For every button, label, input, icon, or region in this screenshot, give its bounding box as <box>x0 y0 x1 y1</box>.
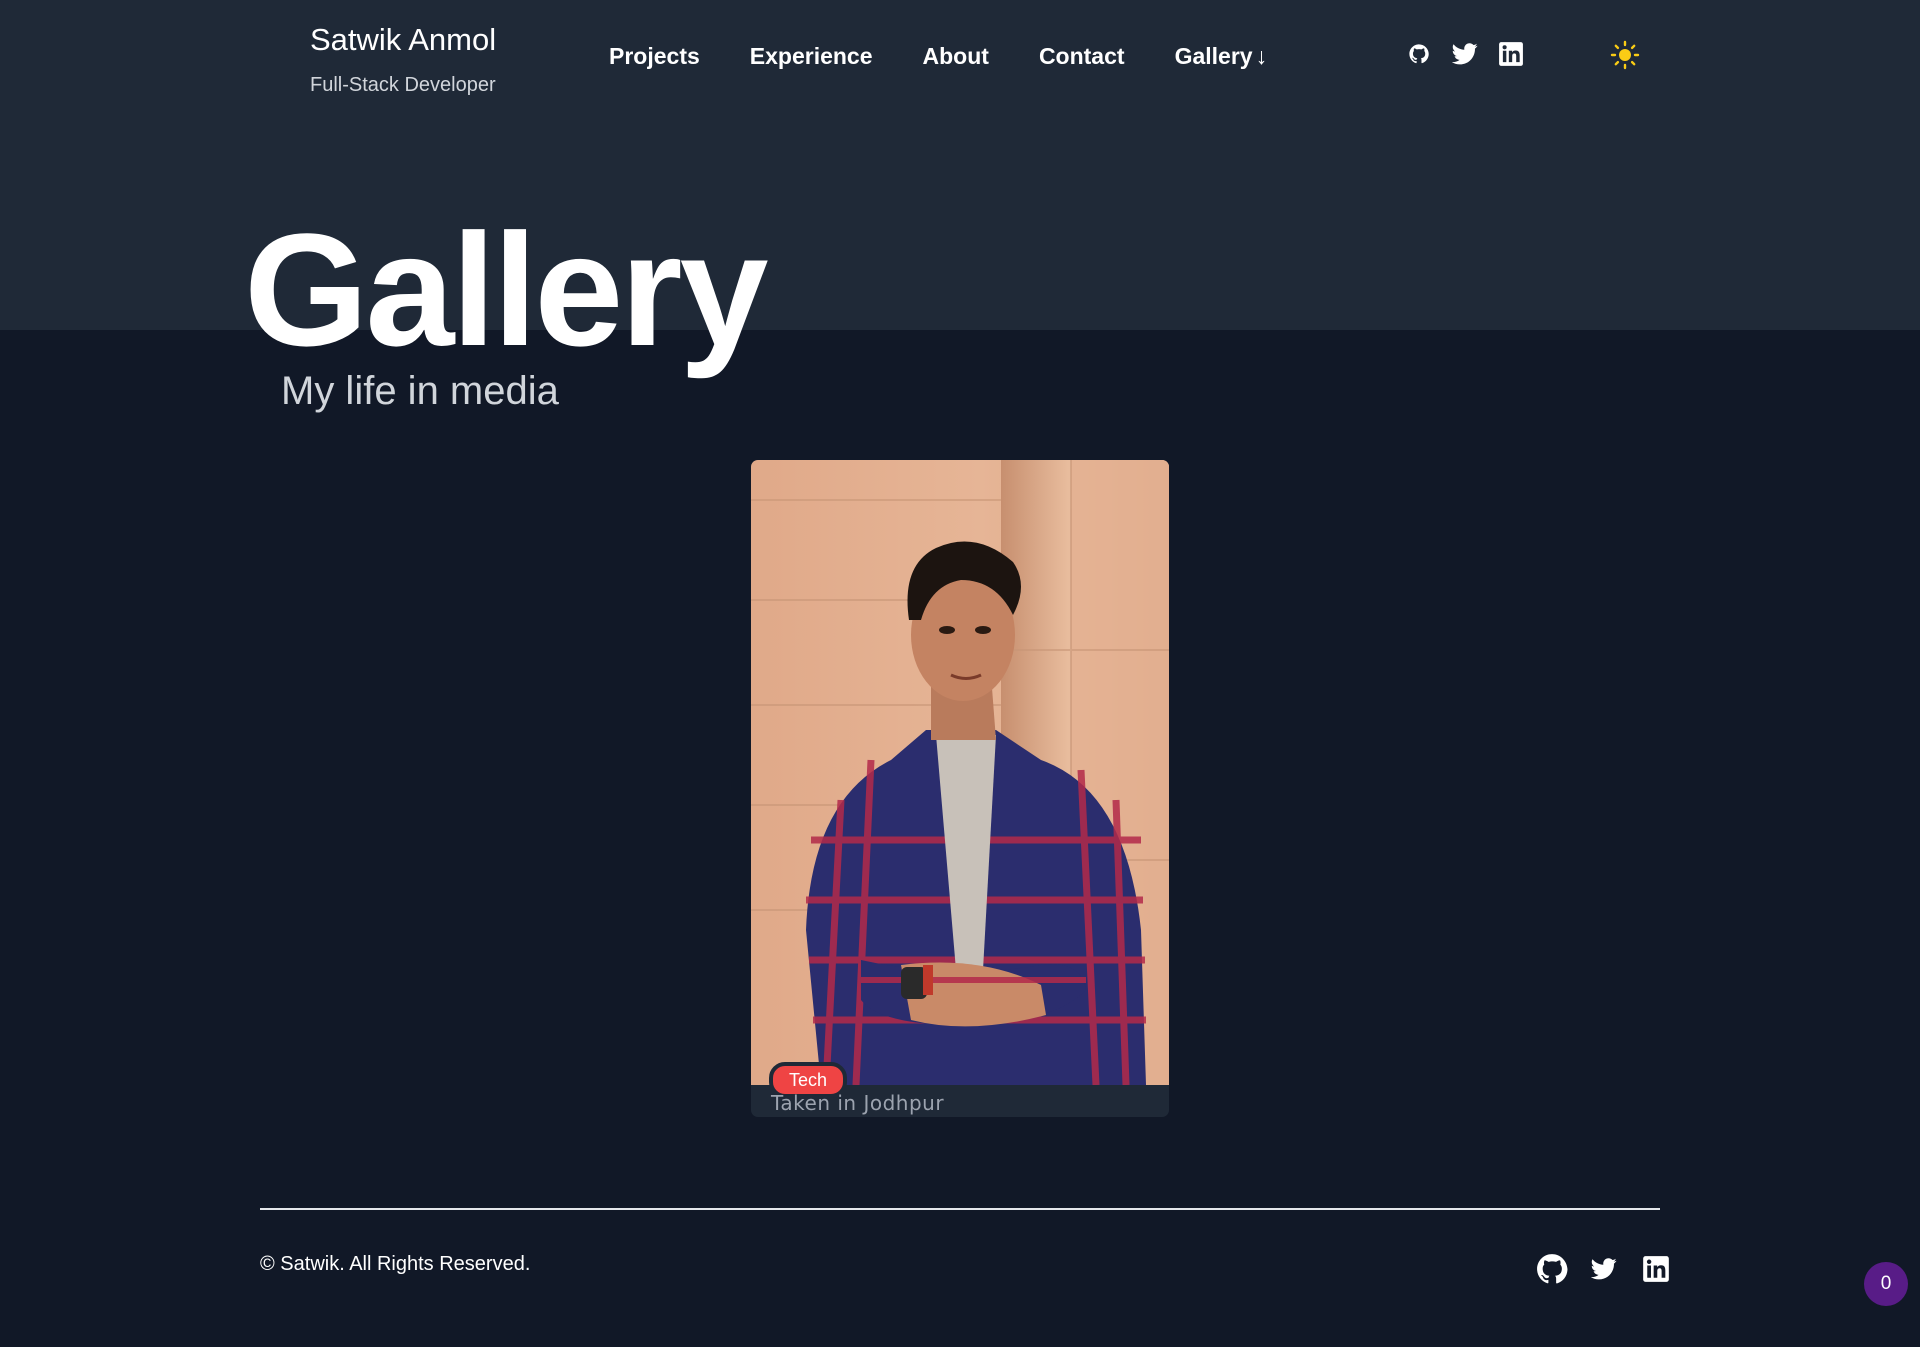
counter-badge[interactable]: 0 <box>1864 1262 1908 1306</box>
footer-social-links <box>1535 1252 1673 1286</box>
linkedin-icon[interactable] <box>1639 1252 1673 1286</box>
gallery-photo[interactable] <box>751 460 1169 1085</box>
nav-experience[interactable]: Experience <box>750 38 873 74</box>
nav-gallery[interactable]: Gallery ↓ <box>1175 38 1268 74</box>
page-title: Gallery <box>244 200 769 379</box>
twitter-icon[interactable] <box>1451 40 1479 68</box>
gallery-card[interactable]: Tech Taken in Jodhpur <box>751 460 1169 1117</box>
twitter-icon[interactable] <box>1587 1252 1621 1286</box>
brand-name[interactable]: Satwik Anmol <box>310 20 496 60</box>
footer-divider <box>260 1208 1660 1210</box>
page-subtitle: My life in media <box>281 369 559 413</box>
arrow-down-icon: ↓ <box>1255 43 1268 69</box>
theme-toggle[interactable] <box>1610 40 1640 70</box>
github-icon[interactable] <box>1535 1252 1569 1286</box>
brand-subtitle: Full-Stack Developer <box>310 74 496 96</box>
nav-about[interactable]: About <box>923 38 989 74</box>
sun-icon <box>1610 40 1640 70</box>
copyright-text: © Satwik. All Rights Reserved. <box>260 1253 531 1275</box>
photo-caption: Taken in Jodhpur <box>771 1091 945 1115</box>
main-nav: Projects Experience About Contact Galler… <box>609 38 1267 74</box>
nav-projects[interactable]: Projects <box>609 38 700 74</box>
github-icon[interactable] <box>1405 40 1433 68</box>
nav-gallery-label: Gallery <box>1174 43 1253 69</box>
header-social-links <box>1405 40 1525 68</box>
linkedin-icon[interactable] <box>1497 40 1525 68</box>
nav-contact[interactable]: Contact <box>1039 38 1125 74</box>
brand[interactable]: Satwik Anmol Full-Stack Developer <box>310 20 496 98</box>
